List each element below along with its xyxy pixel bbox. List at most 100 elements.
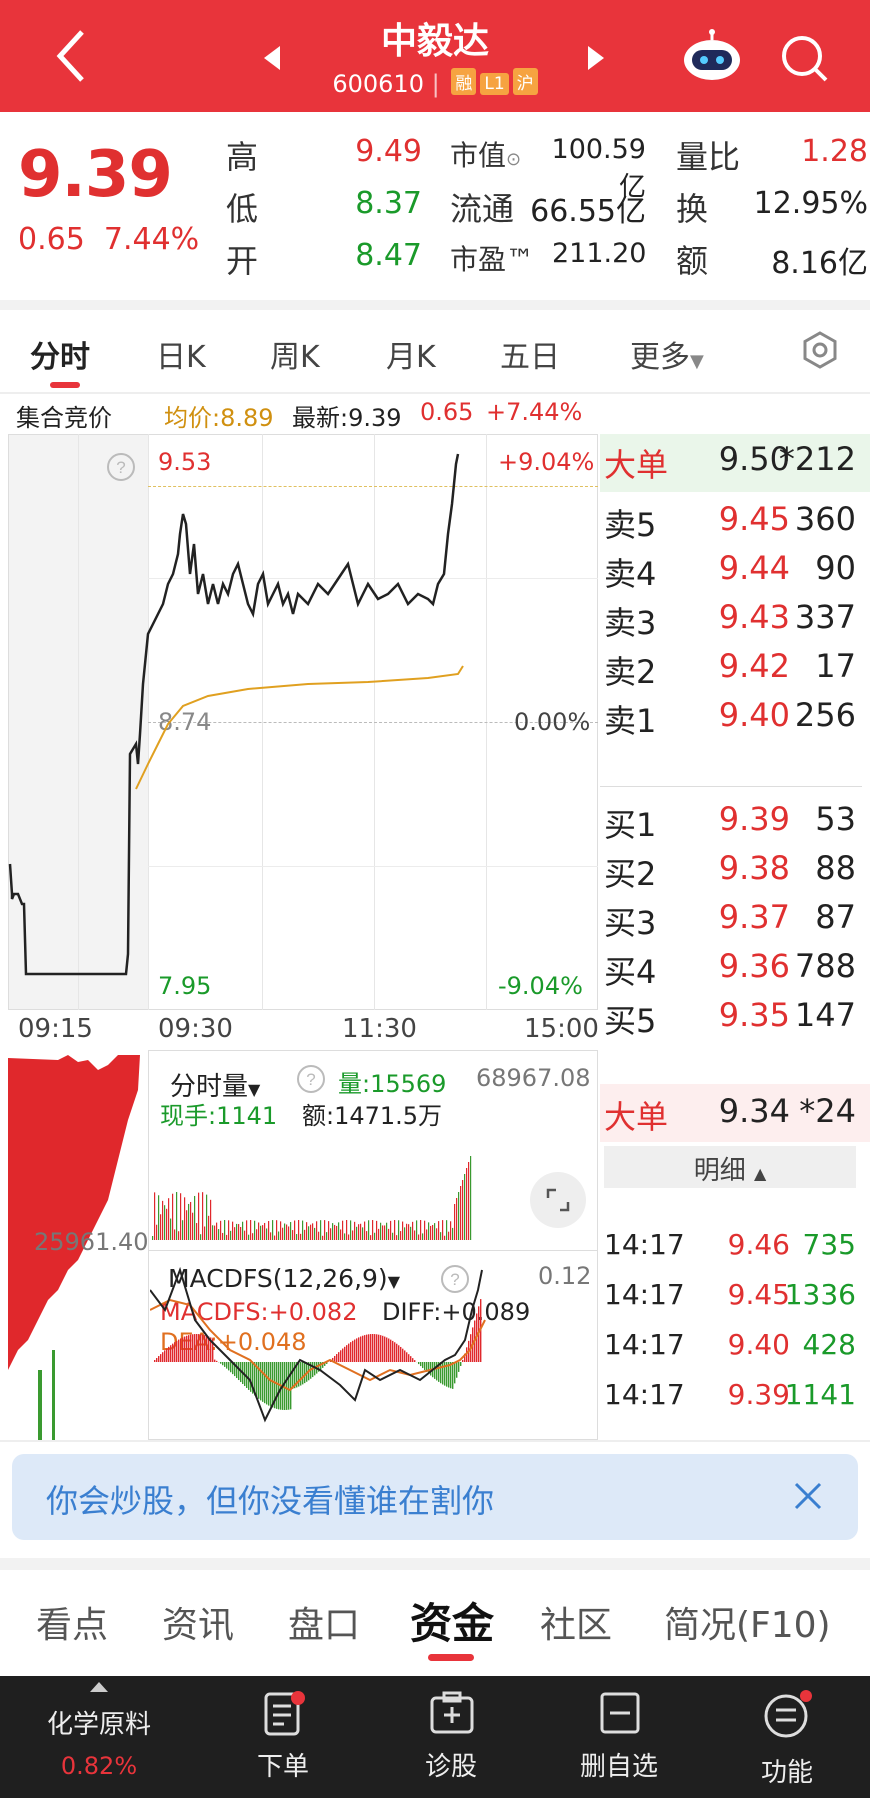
bid-row-vol: 87: [815, 898, 856, 936]
volume-bar: [396, 1235, 398, 1240]
tab-monthly-k[interactable]: 月K: [386, 332, 436, 376]
remove-watchlist-button[interactable]: 删自选: [534, 1676, 704, 1798]
fullscreen-button[interactable]: [530, 1172, 586, 1228]
close-icon[interactable]: [788, 1476, 828, 1516]
macd-bar: [392, 1340, 394, 1362]
help-icon[interactable]: ?: [296, 1064, 326, 1094]
bid-row-label: 买5: [604, 1002, 657, 1040]
ask-row: 卖5 9.45 360: [604, 494, 864, 546]
volume-bar: [228, 1220, 230, 1240]
detail-toggle[interactable]: 明细 ▲: [604, 1146, 856, 1188]
bid-row-vol: 788: [794, 947, 856, 985]
tick-row: 14:17 9.46 735: [604, 1222, 864, 1274]
volume-bar: [258, 1222, 260, 1240]
ask-row-label: 卖3: [604, 604, 657, 642]
order-button[interactable]: 下单: [198, 1676, 368, 1798]
macd-bar: [160, 1354, 162, 1362]
ad-banner[interactable]: 你会炒股，但你没看懂谁在割你: [12, 1454, 858, 1540]
volume-bar: [216, 1222, 218, 1240]
tab-profile-f10[interactable]: 简况(F10): [664, 1596, 831, 1648]
macd-bar: [192, 1334, 194, 1362]
tab-community[interactable]: 社区: [540, 1596, 612, 1648]
macd-bar: [348, 1343, 350, 1362]
macd-bar: [224, 1362, 226, 1367]
tab-intraday[interactable]: 分时: [30, 332, 90, 376]
volume-value: 量:15569: [338, 1070, 447, 1098]
macd-bar: [368, 1334, 370, 1362]
tab-more[interactable]: 更多▼: [630, 332, 704, 376]
settings-icon[interactable]: [800, 330, 840, 370]
macd-bar: [302, 1362, 304, 1385]
sector-button[interactable]: 化学原料 0.82%: [14, 1676, 184, 1798]
volume-bar: [466, 1168, 468, 1240]
macd-bar: [262, 1362, 264, 1402]
mktcap-label[interactable]: 市值⊙: [450, 134, 521, 174]
dropdown-icon: ▼: [690, 351, 704, 372]
tab-funds[interactable]: 资金: [410, 1590, 494, 1651]
volume-bar: [346, 1220, 348, 1240]
change-percent: 7.44%: [103, 222, 200, 257]
macd-bar: [420, 1362, 422, 1367]
volume-bar: [272, 1220, 274, 1240]
volume-bar: [460, 1186, 462, 1240]
tick-vol: 1141: [784, 1378, 856, 1411]
volume-bar: [192, 1212, 194, 1240]
macd-bar: [372, 1334, 374, 1362]
volume-bar: [310, 1224, 312, 1240]
volume-bar: [218, 1229, 220, 1240]
search-icon[interactable]: [776, 30, 832, 86]
diagnose-button[interactable]: 诊股: [366, 1676, 536, 1798]
volume-bar: [254, 1220, 256, 1240]
tick-price: 9.46: [727, 1228, 790, 1261]
macd-bar: [414, 1360, 416, 1362]
tick-row: 14:17 9.39 1141: [604, 1372, 864, 1424]
ask-row-label: 卖2: [604, 653, 657, 691]
robot-assistant-icon[interactable]: [680, 28, 744, 84]
bid-row-price: 9.37: [718, 898, 790, 936]
tab-five-day[interactable]: 五日: [500, 332, 560, 376]
macd-bar: [434, 1362, 436, 1379]
tab-highlights[interactable]: 看点: [36, 1596, 108, 1648]
volume-bar: [448, 1231, 450, 1240]
function-button[interactable]: 功能: [702, 1676, 870, 1798]
volume-bar: [284, 1223, 286, 1240]
macd-bar: [270, 1362, 272, 1407]
tab-weekly-k[interactable]: 周K: [270, 332, 320, 376]
sector-name: 化学原料: [46, 1710, 151, 1740]
macd-bar: [260, 1362, 262, 1401]
ask-row-price: 9.42: [718, 647, 790, 685]
ask-row-vol: 256: [794, 696, 856, 734]
tab-more-label: 更多: [630, 340, 690, 375]
volume-bar: [384, 1225, 386, 1240]
volume-bar: [452, 1227, 454, 1240]
tab-daily-k[interactable]: 日K: [156, 332, 206, 376]
macd-bar: [184, 1336, 186, 1362]
volume-bar: [160, 1214, 162, 1240]
tab-news[interactable]: 资讯: [162, 1596, 234, 1648]
order-icon: [264, 1691, 305, 1736]
macd-bar: [204, 1335, 206, 1362]
time-label-1130: 11:30: [342, 1014, 417, 1044]
macd-bar: [460, 1362, 462, 1366]
volume-bar: [358, 1224, 360, 1240]
turnover-value: 12.95%: [753, 186, 868, 221]
volume-bar: [392, 1232, 394, 1240]
macd-bar: [398, 1345, 400, 1362]
bid-row: 买4 9.36 788: [604, 941, 864, 993]
tab-orderbook[interactable]: 盘口: [288, 1596, 360, 1648]
macd-bar: [406, 1352, 408, 1362]
bid-row-vol: 88: [815, 849, 856, 887]
high-label: 高: [226, 138, 259, 176]
volume-bar: [360, 1223, 362, 1240]
macd-bar: [288, 1362, 290, 1410]
volume-bar: [410, 1226, 412, 1240]
volume-bar: [302, 1220, 304, 1240]
pe-label[interactable]: 市盈™: [450, 238, 534, 278]
macd-bar: [356, 1338, 358, 1362]
volume-amount: 额:1471.5万: [302, 1102, 443, 1130]
bid-row-vol: 147: [794, 996, 856, 1034]
open-label: 开: [226, 242, 259, 280]
next-stock-arrow-icon[interactable]: [588, 46, 604, 70]
volume-bar: [262, 1225, 264, 1240]
volume-bar: [246, 1220, 248, 1240]
